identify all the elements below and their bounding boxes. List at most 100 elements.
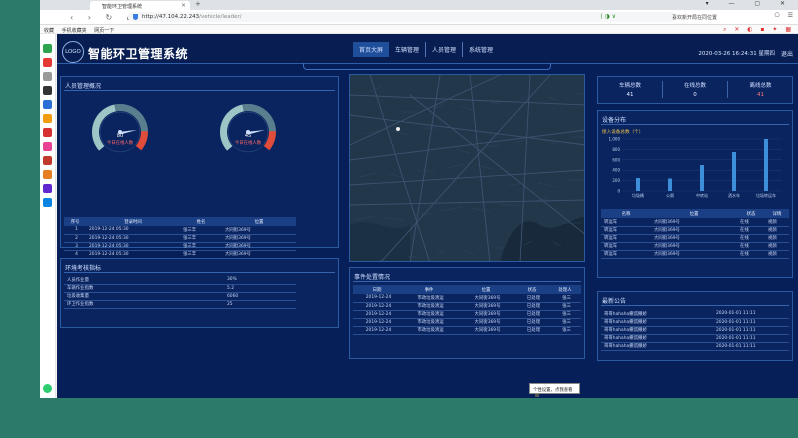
table-cell: 垃圾收集量 [64, 292, 224, 301]
window-controls[interactable]: ▾ — ▢ ✕ [706, 0, 794, 7]
share-icon[interactable]: ⟨ ◑ ∨ [600, 13, 616, 20]
table-row: 3 2019-12-24 05:30 张三丰 大同街369号 [64, 242, 296, 251]
table-cell: 2019-12-24 05:30 [86, 226, 180, 235]
col-header: 状态 [737, 209, 765, 218]
gauge-tick [243, 104, 247, 112]
table-row: 哥哥hahaha撒谎撒娇 2020-01-01 11:11 [601, 326, 789, 335]
personnel-panel: 人员管理概况 今日在线人数 今日在线人数 80 45 序号 登录时间 姓名 位置 12… [60, 76, 339, 267]
app-icon[interactable] [43, 184, 52, 193]
table-row: 2019-12-24 市政垃圾清运 大同街369号 已处理 张三 [353, 318, 581, 327]
table-row: 2019-12-24 市政垃圾清运 大同街369号 已处理 张三 [353, 310, 581, 319]
panel-title: 最新公告 [602, 298, 627, 305]
new-tab-button[interactable]: + [195, 0, 201, 8]
app-icon[interactable] [43, 156, 52, 165]
col-header: 状态 [515, 285, 549, 294]
stat-item: 车辆总数 41 [598, 81, 663, 98]
table-cell: 已处理 [515, 326, 549, 335]
header-ornament [303, 63, 551, 70]
close-icon[interactable]: × [181, 2, 186, 9]
stat-label: 离线总数 [749, 83, 772, 89]
table-cell: 2020-01-01 11:11 [713, 326, 789, 335]
col-header: 姓名 [180, 217, 222, 226]
divider [353, 281, 581, 282]
browser-window: 智能环卫管理系统 × + ▾ — ▢ ✕ ‹ › ↻ ⌂ ☆ http://47.… [40, 0, 798, 398]
table-row: 哥哥hahaha撒谎撒娇 2020-01-01 11:11 [601, 334, 789, 343]
map-marker[interactable] [396, 127, 400, 131]
app-icon[interactable] [43, 128, 52, 137]
y-tick-label: 800 [612, 147, 620, 152]
bar [668, 178, 672, 191]
table-cell: 4 [64, 250, 86, 259]
app-icon[interactable] [43, 100, 52, 109]
toolbar-icons[interactable]: ⎔ ☰ [774, 12, 796, 19]
app-icon[interactable] [43, 72, 52, 81]
env-panel: 环境考核指标 人员作业量 30% 车辆作业指数 5.2 垃圾收集量 6060 环卫作业指数 2… [60, 258, 339, 328]
address-bar: ‹ › ↻ ⌂ ☆ http://47.104.22.243/vehicle/l… [40, 10, 798, 25]
notices-table: 哥哥hahaha撒谎撒娇 2020-01-01 11:11 哥哥hahaha撒谎撒娇… [601, 310, 789, 351]
app-icon[interactable] [43, 86, 52, 95]
url-input[interactable]: http://47.104.22.243/vehicle/leader/ ⟨ ◑ … [128, 12, 676, 22]
table-cell: 6060 [224, 292, 296, 301]
table-cell: 2020-01-01 11:11 [713, 334, 789, 343]
table-row: 2019-12-24 市政垃圾清运 大同街369号 已处理 张三 [353, 294, 581, 303]
bar [732, 152, 736, 191]
panel-title: 人员管理概况 [65, 83, 102, 90]
browser-tab[interactable]: 智能环卫管理系统 × [90, 1, 190, 10]
table-cell: 大同街369号 [651, 242, 737, 251]
table-cell: 2020-01-01 11:11 [713, 310, 789, 319]
tab-personnel[interactable]: 人员管理 [426, 42, 464, 57]
table-cell: 转运车 [601, 234, 651, 243]
env-table: 人员作业量 30% 车辆作业指数 5.2 垃圾收集量 6060 环卫作业指数 25 [64, 276, 296, 309]
app-icon[interactable] [43, 44, 52, 53]
app-icon[interactable] [43, 142, 52, 151]
app-icon[interactable] [43, 198, 52, 207]
vehicle-stats: 车辆总数 41 在线总数 0 离线总数 41 [597, 76, 793, 104]
table-cell: 哥哥hahaha撒谎撒娇 [601, 310, 713, 319]
divider [601, 305, 789, 306]
table-row: 4 2019-12-24 05:30 张三丰 大同街369号 [64, 250, 296, 259]
table-cell: 张三 [549, 318, 581, 327]
tab-home[interactable]: 首页大屏 [353, 42, 390, 57]
table-cell: 2020-01-01 11:11 [713, 318, 789, 327]
app-icon[interactable] [43, 58, 52, 67]
settings-icon[interactable] [43, 384, 52, 393]
table-cell: 视频 [765, 234, 789, 243]
url-path: /vehicle/leader/ [199, 14, 242, 20]
table-cell: 大同街369号 [222, 250, 296, 259]
gauge-label: 今日在线人数 [234, 141, 262, 146]
device-chart: 0 200 400 600 800 1,000 垃圾桶 公厕 中转站 洒水车 垃圾转运车 [609, 137, 782, 198]
table-row: 转运车 大同街369号 在线 视频 [601, 242, 789, 251]
app-icon[interactable] [43, 114, 52, 123]
search-input[interactable]: 喜欢新开局在同位置 [668, 12, 764, 22]
app-icon[interactable] [43, 170, 52, 179]
y-tick-label: 0 [617, 189, 620, 194]
gauge-label: 今日在线人数 [106, 141, 134, 146]
col-header: 名称 [601, 209, 651, 218]
online-gauge [91, 103, 149, 153]
table-cell: 已处理 [515, 302, 549, 311]
table-cell: 市政垃圾清运 [401, 326, 457, 335]
divider [64, 90, 335, 91]
table-cell: 25 [224, 300, 296, 309]
y-tick-label: 1,000 [609, 137, 621, 142]
tooltip[interactable]: 个性设置，点我查看 [529, 383, 580, 394]
table-cell: 大同街369号 [651, 250, 737, 259]
tab-vehicles[interactable]: 车辆管理 [389, 42, 427, 57]
table-cell: 已处理 [515, 310, 549, 319]
logout-button[interactable]: 退出 [781, 49, 793, 58]
col-header: 序号 [64, 217, 86, 226]
table-cell: 市政垃圾清运 [401, 294, 457, 303]
events-table: 日期 事件 位置 状态 处理人 2019-12-24 市政垃圾清运 大同街369号 已处理 张三… [353, 285, 581, 335]
main-menu: 首页大屏 车辆管理 人员管理 系统管理 [353, 42, 499, 57]
gauge-value: 45 [244, 133, 252, 139]
dashboard: LOGO 智能环卫管理系统 首页大屏 车辆管理 人员管理 系统管理 2020-03-2… [57, 34, 798, 398]
table-cell: 大同街369号 [651, 226, 737, 235]
extension-icons[interactable]: ⌕ ✕ ◐ ▪ ✦ ▦ [723, 26, 794, 34]
table-cell: 大同街369号 [457, 294, 515, 303]
table-row: 哥哥hahaha撒谎撒娇 2020-01-01 11:11 [601, 310, 789, 319]
city-map[interactable] [349, 74, 585, 262]
gauge-tick [220, 133, 228, 137]
table-cell: 哥哥hahaha撒谎撒娇 [601, 342, 713, 351]
tab-system[interactable]: 系统管理 [463, 42, 499, 57]
shield-icon [133, 14, 138, 20]
